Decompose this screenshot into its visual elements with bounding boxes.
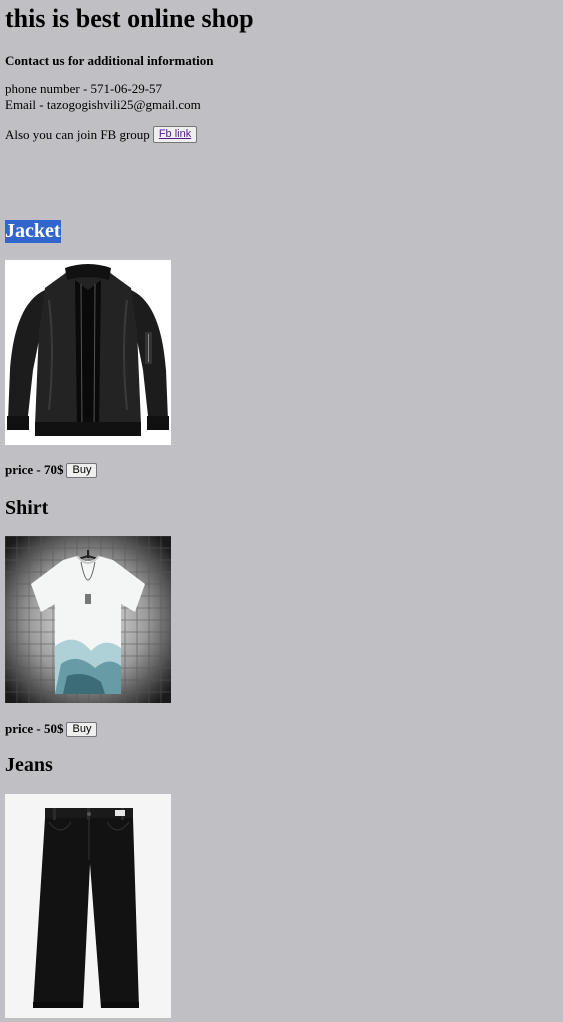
fb-link[interactable]: Fb link bbox=[159, 128, 191, 141]
black-bomber-jacket-icon bbox=[5, 260, 171, 445]
product-image-jeans bbox=[5, 794, 171, 1018]
product-jacket: Jacket price - 70$ Buy bbox=[5, 220, 171, 478]
product-jeans: Jeans bbox=[5, 754, 171, 1018]
price-row: price - 70$ Buy bbox=[5, 462, 171, 478]
email-text: Email - tazogogishvili25@gmail.com bbox=[5, 97, 201, 112]
contact-heading: Contact us for additional information bbox=[5, 53, 214, 68]
product-title: Jacket bbox=[5, 220, 61, 243]
price-row: price - 50$ Buy bbox=[5, 721, 171, 737]
product-title: Jeans bbox=[5, 754, 53, 776]
fb-link-button[interactable]: Fb link bbox=[152, 126, 198, 143]
buy-button[interactable]: Buy bbox=[66, 462, 98, 478]
product-shirt: Shirt price - 50$ Buy bbox=[5, 497, 171, 737]
phone-number-text: phone number - 571-06-29-57 bbox=[5, 81, 163, 96]
product-image-jacket bbox=[5, 260, 171, 445]
price-text: price - 70$ bbox=[5, 462, 64, 477]
black-jeans-icon bbox=[5, 794, 171, 1018]
fb-group-line: Also you can join FB group Fb link bbox=[5, 126, 558, 143]
contact-info: phone number - 571-06-29-57 Email - tazo… bbox=[5, 81, 558, 113]
buy-button[interactable]: Buy bbox=[66, 721, 98, 737]
product-image-shirt bbox=[5, 536, 171, 703]
product-title: Shirt bbox=[5, 497, 49, 519]
page-title: this is best online shop bbox=[5, 4, 254, 33]
fb-group-text: Also you can join FB group bbox=[5, 127, 150, 142]
page: this is best online shop Contact us for … bbox=[0, 0, 563, 143]
price-text: price - 50$ bbox=[5, 721, 64, 736]
white-printed-tshirt-icon bbox=[5, 536, 171, 703]
